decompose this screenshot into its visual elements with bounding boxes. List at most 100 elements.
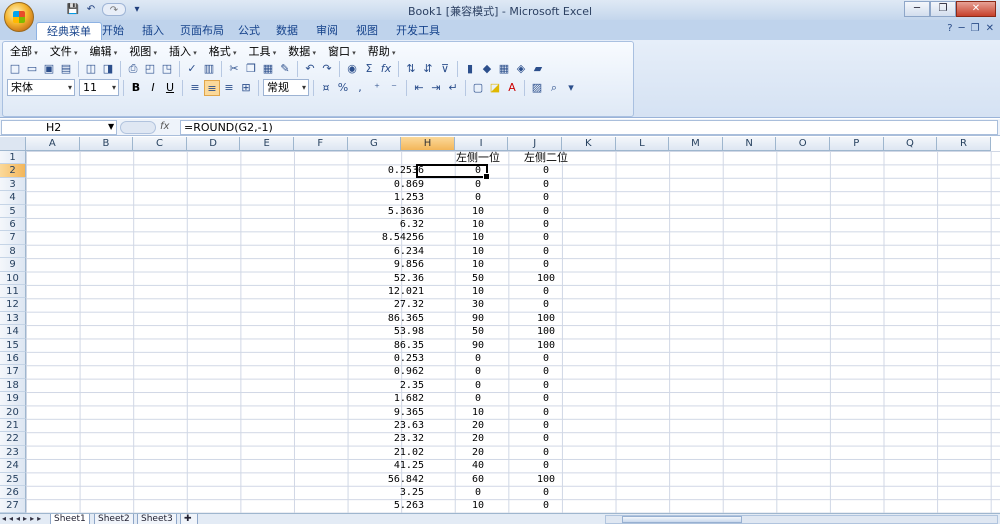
workbook-minimize-button[interactable]: ─ — [959, 23, 965, 34]
horizontal-scrollbar[interactable] — [605, 515, 998, 524]
menu-file[interactable]: 文件 — [47, 45, 87, 59]
cell-h9[interactable]: 10 — [442, 258, 514, 271]
sheet-tab-sheet3[interactable]: Sheet3 — [137, 514, 177, 524]
redo-icon[interactable]: ↷ — [319, 61, 335, 77]
cell-g7[interactable]: 8.54256 — [372, 231, 426, 244]
fill-color-icon[interactable]: ◪ — [487, 80, 503, 96]
align-left-icon[interactable]: ≡ — [187, 80, 203, 96]
underline-button[interactable]: U — [162, 80, 178, 96]
active-cell-h2[interactable] — [416, 164, 490, 180]
tab-page-layout[interactable]: 页面布局 — [170, 22, 234, 40]
row-header-14[interactable]: 14 — [0, 325, 26, 339]
sheet-tab-sheet2[interactable]: Sheet2 — [94, 514, 134, 524]
cell-g25[interactable]: 56.842 — [372, 473, 426, 486]
sheet-tab-sheet1[interactable]: Sheet1 — [50, 514, 90, 524]
cell-j27[interactable]: 0 — [514, 499, 578, 512]
cell-h15[interactable]: 90 — [442, 339, 514, 352]
office-button[interactable] — [4, 2, 34, 32]
row-header-22[interactable]: 22 — [0, 432, 26, 446]
print-icon[interactable]: ⎙ — [125, 61, 141, 77]
menu-help[interactable]: 帮助 — [365, 45, 405, 59]
undo-icon[interactable]: ↶ — [302, 61, 318, 77]
row-header-5[interactable]: 5 — [0, 204, 26, 218]
cell-h16[interactable]: 0 — [442, 352, 514, 365]
cell-g5[interactable]: 5.3636 — [372, 205, 426, 218]
row-header-9[interactable]: 9 — [0, 258, 26, 272]
number-format-select[interactable]: 常规 — [263, 79, 309, 96]
decrease-decimal-icon[interactable]: ⁻ — [386, 80, 402, 96]
dropdown-icon[interactable]: ▾ — [563, 80, 579, 96]
cell-g21[interactable]: 23.63 — [372, 419, 426, 432]
cell-j4[interactable]: 0 — [514, 191, 578, 204]
drawing-icon[interactable]: ◆ — [479, 61, 495, 77]
column-header-h[interactable]: H — [401, 137, 455, 151]
cell-j19[interactable]: 0 — [514, 392, 578, 405]
insert-function-icon[interactable]: fx — [378, 61, 394, 77]
cell-j9[interactable]: 0 — [514, 258, 578, 271]
cell-g8[interactable]: 6.234 — [372, 245, 426, 258]
cut-icon[interactable]: ✂ — [226, 61, 242, 77]
tab-data[interactable]: 数据 — [266, 22, 308, 40]
merge-center-icon[interactable]: ⊞ — [238, 80, 254, 96]
font-size-select[interactable]: 11 — [79, 79, 119, 96]
copy-icon[interactable]: ❐ — [243, 61, 259, 77]
select-all-corner[interactable] — [0, 137, 26, 151]
column-header-m[interactable]: M — [669, 137, 723, 151]
preview-icon[interactable]: ◰ — [142, 61, 158, 77]
cell-g23[interactable]: 21.02 — [372, 446, 426, 459]
cell-h17[interactable]: 0 — [442, 365, 514, 378]
cell-h20[interactable]: 10 — [442, 406, 514, 419]
row-header-3[interactable]: 3 — [0, 177, 26, 192]
cell-g18[interactable]: 2.35 — [372, 379, 426, 392]
tab-view[interactable]: 视图 — [346, 22, 388, 40]
column-header-l[interactable]: L — [615, 137, 670, 151]
cell-j3[interactable]: 0 — [514, 178, 578, 191]
font-color-icon[interactable]: A — [504, 80, 520, 96]
cell-j8[interactable]: 0 — [514, 245, 578, 258]
sort-ascending-icon[interactable]: ⇅ — [403, 61, 419, 77]
formula-bar-expand-handle[interactable] — [120, 121, 156, 134]
row-header-13[interactable]: 13 — [0, 311, 26, 326]
cell-j12[interactable]: 0 — [514, 298, 578, 311]
minimize-button[interactable]: ─ — [904, 1, 930, 17]
row-header-2[interactable]: 2 — [0, 164, 26, 178]
worksheet-grid[interactable]: 左侧一位 左侧二位 0.2536 0 0 0.869 0 0 1.253 0 0 5.3636 10… — [26, 151, 1000, 513]
cell-j26[interactable]: 0 — [514, 486, 578, 499]
align-center-icon[interactable]: ≡ — [204, 79, 220, 96]
row-header-25[interactable]: 25 — [0, 472, 26, 486]
cell-j21[interactable]: 0 — [514, 419, 578, 432]
row-header-21[interactable]: 21 — [0, 419, 26, 433]
cell-g6[interactable]: 6.32 — [372, 218, 426, 231]
menu-view[interactable]: 视图 — [126, 45, 166, 59]
wrap-text-icon[interactable]: ↵ — [445, 80, 461, 96]
cell-j7[interactable]: 0 — [514, 231, 578, 244]
permission-icon[interactable]: ▤ — [58, 61, 74, 77]
help-icon[interactable]: ? — [947, 23, 952, 34]
print-preview-icon[interactable]: ◫ — [83, 61, 99, 77]
research-book-icon[interactable]: ▥ — [201, 61, 217, 77]
cell-g26[interactable]: 3.25 — [372, 486, 426, 499]
cell-h27[interactable]: 10 — [442, 499, 514, 512]
open-folder-icon[interactable]: ▭ — [24, 61, 40, 77]
column-header-f[interactable]: F — [294, 137, 348, 151]
percent-button[interactable]: % — [335, 80, 351, 96]
cell-g27[interactable]: 5.263 — [372, 499, 426, 512]
cell-g10[interactable]: 52.36 — [372, 272, 426, 285]
menu-window[interactable]: 窗口 — [325, 45, 365, 59]
cell-j18[interactable]: 0 — [514, 379, 578, 392]
column-header-j[interactable]: J — [508, 137, 562, 151]
formula-input[interactable]: =ROUND(G2,-1) — [180, 120, 998, 135]
cell-j13[interactable]: 100 — [514, 312, 578, 325]
cell-h12[interactable]: 30 — [442, 298, 514, 311]
cell-j17[interactable]: 0 — [514, 365, 578, 378]
column-header-e[interactable]: E — [240, 137, 294, 151]
increase-decimal-icon[interactable]: ⁺ — [369, 80, 385, 96]
cell-j16[interactable]: 0 — [514, 352, 578, 365]
column-header-o[interactable]: O — [776, 137, 830, 151]
cell-h22[interactable]: 20 — [442, 432, 514, 445]
cell-g14[interactable]: 53.98 — [372, 325, 426, 338]
chevron-down-icon[interactable]: ▼ — [108, 122, 114, 131]
cell-h18[interactable]: 0 — [442, 379, 514, 392]
row-header-26[interactable]: 26 — [0, 486, 26, 500]
name-box[interactable]: H2 — [1, 120, 117, 135]
